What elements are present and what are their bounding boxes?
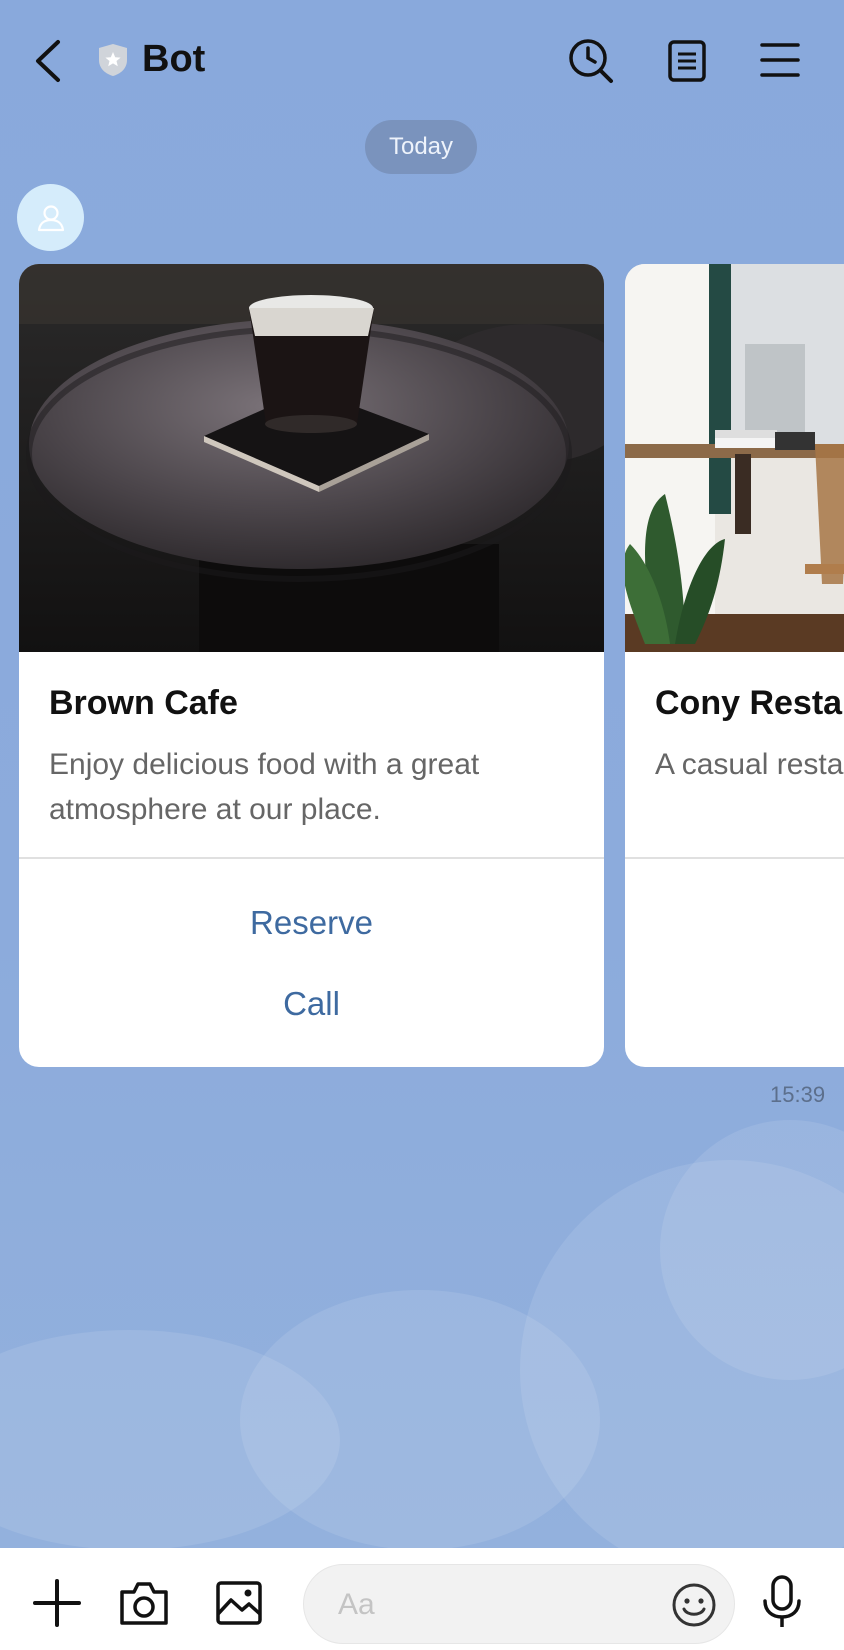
message-input[interactable] [336,1581,660,1629]
date-separator: Today [365,120,477,174]
card-description: A casual resta time. [655,748,844,781]
microphone-icon [763,1575,801,1627]
card-description: Enjoy delicious food with a great atmosp… [49,748,480,826]
search-history-icon [569,39,613,83]
image-icon [216,1581,262,1625]
card-image [625,264,844,652]
card-image [19,264,604,652]
menu-button[interactable] [758,38,802,82]
card-divider [19,857,604,859]
card-divider [625,857,844,859]
call-button[interactable]: Call [19,985,604,1023]
reserve-button[interactable]: Reserve [19,904,604,942]
microphone-button[interactable] [760,1574,804,1630]
carousel-card[interactable]: Cony Resta A casual resta time. [625,264,844,1067]
emoji-button[interactable] [670,1581,718,1629]
plus-button[interactable] [32,1578,82,1628]
notes-button[interactable] [666,38,708,84]
carousel-card[interactable]: Brown Cafe Enjoy delicious food with a g… [19,264,604,1067]
message-timestamp: 15:39 [770,1082,826,1107]
search-history-button[interactable] [566,36,616,86]
notes-icon [668,40,706,82]
bot-avatar[interactable] [17,184,84,251]
message-composer [0,1548,844,1650]
back-button[interactable] [26,36,70,86]
menu-icon [760,43,800,77]
shield-star-icon [96,42,130,78]
chat-header: Bot [0,0,844,120]
message-input-box[interactable] [303,1564,735,1644]
image-button[interactable] [214,1578,264,1628]
camera-button[interactable] [118,1578,170,1628]
chat-title: Bot [142,38,206,80]
chevron-left-icon [36,40,60,82]
camera-icon [120,1582,168,1625]
plus-icon [33,1579,81,1627]
user-icon [37,204,64,231]
card-title: Cony Resta [655,684,843,722]
emoji-icon [672,1583,716,1627]
card-title: Brown Cafe [49,684,238,722]
